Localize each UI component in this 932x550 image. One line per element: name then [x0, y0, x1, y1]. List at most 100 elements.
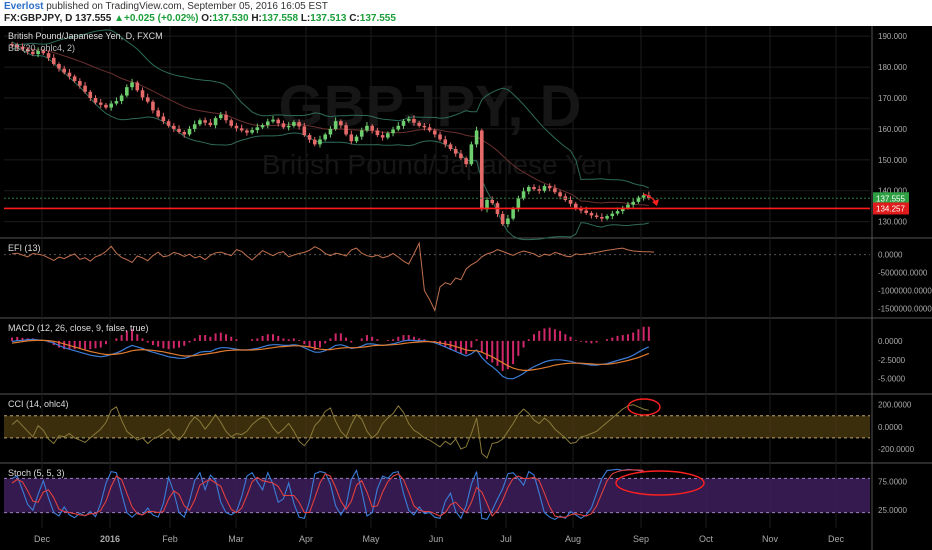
candle-body — [443, 139, 448, 145]
candle-body — [281, 123, 286, 128]
pane-title: EFI (13) — [8, 243, 41, 253]
chart-canvas[interactable]: Dec 2016 Feb Mar Apr May Jun Jul Aug Sep Oct Nov Dec… — [0, 26, 932, 550]
candle-body — [516, 198, 521, 209]
low-value: 137.513 — [310, 13, 347, 24]
candle-body — [250, 130, 254, 133]
candle-body — [626, 204, 630, 208]
candle-body — [354, 136, 359, 142]
candle-body — [370, 125, 374, 131]
candle-body — [558, 192, 562, 197]
close-value: 137.555 — [359, 13, 396, 24]
candle-body — [203, 120, 207, 123]
candle-body — [339, 121, 343, 126]
close-label: C: — [349, 13, 360, 24]
candle-body — [151, 101, 155, 111]
y-tick-label: 200.0000 — [878, 401, 912, 410]
candle-body — [469, 144, 474, 165]
author-link[interactable]: Everlost — [4, 1, 43, 12]
indicator-label: BB (20, ohlc4, 2) — [8, 43, 75, 53]
candle-body — [526, 187, 531, 192]
y-tick-label: 0.0000 — [878, 251, 903, 260]
candle-body — [125, 87, 129, 96]
candle-body — [641, 195, 646, 198]
y-tick-label: 0.0000 — [878, 423, 903, 432]
candle-body — [234, 125, 239, 129]
candle-body — [135, 82, 140, 91]
candle-body — [328, 128, 333, 135]
candle-body — [537, 189, 542, 191]
candle-body — [453, 149, 458, 154]
candle-body — [307, 135, 312, 140]
candle-body — [553, 188, 557, 193]
candle-body — [46, 53, 51, 58]
candle-body — [172, 125, 176, 129]
candle-body — [62, 68, 66, 73]
candle-body — [391, 129, 395, 134]
x-tick-label: Nov — [762, 534, 779, 544]
x-tick-label: Dec — [34, 534, 51, 544]
candle-body — [72, 76, 77, 81]
candle-body — [349, 134, 354, 142]
candle-body — [255, 127, 260, 131]
candle-body — [594, 215, 599, 217]
candle-body — [547, 186, 552, 189]
candle-body — [265, 121, 270, 126]
candle-body — [88, 91, 93, 98]
candle-body — [631, 201, 635, 205]
watermark-name: British Pound/Japanese Yen — [262, 149, 612, 180]
candle-body — [156, 110, 160, 117]
candle-body — [506, 218, 510, 225]
candle-body — [213, 118, 218, 126]
candle-body — [93, 98, 98, 103]
candle-body — [584, 210, 588, 213]
candle-body — [318, 139, 322, 145]
candle-body — [605, 216, 609, 219]
y-tick-label: 160.000 — [878, 125, 907, 134]
candle-body — [333, 121, 338, 129]
candle-body — [219, 114, 223, 119]
candle-body — [480, 130, 484, 210]
x-tick-label: Aug — [565, 534, 581, 544]
y-tick-label: -200.0000 — [878, 445, 915, 454]
candle-body — [83, 85, 87, 92]
candle-body — [292, 122, 296, 126]
candle-body — [245, 130, 249, 133]
x-tick-label: Dec — [828, 534, 845, 544]
y-tick-label: 150.000 — [878, 156, 907, 165]
x-tick-label: Jul — [500, 534, 512, 544]
candle-body — [104, 104, 108, 108]
stoch-band — [4, 478, 870, 513]
candle-body — [51, 57, 56, 64]
candle-body — [542, 186, 547, 191]
open-value: 137.530 — [212, 13, 249, 24]
candle-body — [109, 103, 113, 108]
candle-body — [422, 125, 427, 128]
candle-body — [459, 153, 463, 159]
candle-body — [297, 122, 301, 127]
candle-body — [114, 101, 119, 104]
x-tick-label: Apr — [299, 534, 313, 544]
symbol-label: FX:GBPJPY, D — [4, 13, 73, 24]
y-tick-label: -1500000.0000 — [878, 305, 932, 314]
x-tick-label: Jun — [429, 534, 444, 544]
high-label: H: — [251, 13, 262, 24]
candle-body — [239, 128, 244, 131]
candle-body — [438, 134, 442, 140]
candle-body — [57, 64, 61, 69]
candle-body — [589, 212, 594, 216]
candle-body — [448, 144, 453, 149]
x-tick-label: 2016 — [100, 534, 120, 544]
y-tick-label: 130.000 — [878, 218, 907, 227]
candle-body — [276, 119, 281, 124]
low-label: L: — [300, 13, 311, 24]
y-tick-label: 180.000 — [878, 63, 907, 72]
y-tick-label: 25.0000 — [878, 506, 907, 515]
candle-body — [490, 200, 495, 204]
candle-body — [375, 130, 380, 136]
change-value: +0.025 (+0.02%) — [123, 13, 199, 24]
candle-body — [568, 200, 573, 204]
y-tick-label: 170.000 — [878, 94, 907, 103]
x-tick-label: Oct — [699, 534, 714, 544]
y-tick-label: -500000.0000 — [878, 269, 928, 278]
candle-body — [344, 125, 348, 135]
